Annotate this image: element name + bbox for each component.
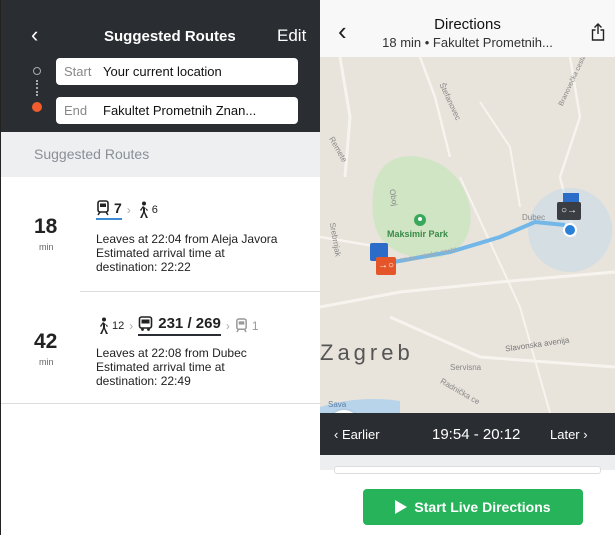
edit-button[interactable]: Edit bbox=[277, 26, 306, 46]
walk-icon bbox=[100, 317, 108, 334]
chevron-right-icon: › bbox=[126, 203, 131, 217]
end-field[interactable]: End Fakultet Prometnih Znan... bbox=[56, 97, 298, 124]
tram-icon bbox=[97, 200, 109, 216]
page-title: Suggested Routes bbox=[104, 28, 236, 45]
tram-segment: 1 bbox=[235, 318, 259, 333]
route-divider bbox=[1, 403, 320, 404]
later-button[interactable]: Later › bbox=[550, 427, 588, 442]
map-label-sava: Sava bbox=[328, 400, 347, 409]
start-field[interactable]: Start Your current location bbox=[56, 58, 298, 85]
map-label-dubec: Dubec bbox=[522, 213, 546, 222]
later-label: Later bbox=[550, 427, 580, 442]
route-map[interactable]: Maksimir Park Zagreb Servisna Slavonska … bbox=[320, 57, 615, 413]
tram-number: 7 bbox=[114, 200, 122, 216]
itinerary-card[interactable] bbox=[334, 466, 601, 474]
directions-title: Directions bbox=[434, 16, 501, 33]
arrival-text-1: Estimated arrival time at bbox=[96, 246, 225, 260]
route-minutes: 42 bbox=[34, 330, 58, 353]
departure-text: Leaves at 22:08 from Dubec bbox=[96, 346, 247, 360]
time-range: 19:54 - 20:12 bbox=[432, 426, 521, 443]
end-value: Fakultet Prometnih Znan... bbox=[103, 103, 257, 118]
start-marker-icon[interactable]: →○ bbox=[376, 257, 396, 275]
route-details: Leaves at 22:08 from Dubec Estimated arr… bbox=[96, 346, 306, 388]
start-value: Your current location bbox=[103, 64, 222, 79]
end-dot-icon bbox=[32, 102, 42, 112]
start-live-directions-label: Start Live Directions bbox=[414, 499, 551, 515]
chevron-left-icon: ‹ bbox=[334, 427, 342, 442]
route-option-2[interactable]: 12 › 231 / 269 › 1 42 min Leaves at 22:0… bbox=[1, 292, 320, 403]
start-dot-icon bbox=[33, 67, 41, 75]
arrival-text-2: destination: 22:49 bbox=[96, 374, 191, 388]
suggested-routes-panel: ‹ Suggested Routes Edit Start Your curren… bbox=[0, 0, 320, 535]
route-segments: 7 › 6 bbox=[96, 200, 158, 220]
minutes-unit: min bbox=[39, 357, 54, 367]
chevron-right-icon: › bbox=[579, 427, 588, 442]
earlier-button[interactable]: ‹ Earlier bbox=[334, 427, 380, 442]
arrival-text-1: Estimated arrival time at bbox=[96, 360, 225, 374]
tram-segment: 7 bbox=[96, 200, 122, 220]
end-label: End bbox=[64, 103, 88, 118]
bus-icon bbox=[138, 315, 153, 331]
section-title: Suggested Routes bbox=[1, 132, 320, 177]
map-label-servisna: Servisna bbox=[450, 363, 482, 372]
route-details: Leaves at 22:04 from Aleja Javora Estima… bbox=[96, 232, 306, 274]
share-icon[interactable] bbox=[591, 23, 605, 41]
end-marker-icon[interactable]: ○→ bbox=[557, 202, 581, 220]
route-option-1[interactable]: 7 › 6 18 min Leaves at 22:04 from Aleja … bbox=[1, 177, 320, 291]
start-label: Start bbox=[64, 64, 92, 79]
tram-icon bbox=[235, 318, 247, 333]
map-label-park: Maksimir Park bbox=[387, 229, 449, 239]
play-icon bbox=[395, 500, 408, 514]
chevron-right-icon: › bbox=[225, 318, 230, 333]
back-button[interactable]: ‹ bbox=[31, 24, 38, 46]
minutes-unit: min bbox=[39, 242, 54, 252]
arrival-text-2: destination: 22:22 bbox=[96, 260, 191, 274]
route-segments: 12 › 231 / 269 › 1 bbox=[96, 315, 259, 336]
route-header: ‹ Suggested Routes Edit Start Your curren… bbox=[1, 0, 320, 132]
bus-numbers: 231 / 269 bbox=[158, 315, 221, 332]
route-dots-icon bbox=[36, 80, 40, 96]
departure-text: Leaves at 22:04 from Aleja Javora bbox=[96, 232, 278, 246]
walk-minutes: 12 bbox=[112, 319, 125, 332]
map-label-city: Zagreb bbox=[320, 340, 414, 365]
walk-icon bbox=[139, 201, 148, 218]
route-minutes: 18 bbox=[34, 215, 58, 238]
bus-segment: 231 / 269 bbox=[138, 315, 221, 336]
tram-number: 1 bbox=[251, 318, 259, 333]
earlier-label: Earlier bbox=[341, 427, 380, 442]
start-live-directions-button[interactable]: Start Live Directions bbox=[363, 489, 583, 525]
directions-subtitle: 18 min • Fakultet Prometnih... bbox=[382, 35, 553, 50]
chevron-right-icon: › bbox=[129, 318, 134, 333]
directions-header: ‹ Directions 18 min • Fakultet Prometnih… bbox=[320, 0, 615, 58]
directions-panel: ‹ Directions 18 min • Fakultet Prometnih… bbox=[320, 0, 615, 535]
walk-minutes: 6 bbox=[151, 204, 158, 216]
time-selector-bar: ‹ Earlier 19:54 - 20:12 Later › bbox=[320, 413, 615, 455]
